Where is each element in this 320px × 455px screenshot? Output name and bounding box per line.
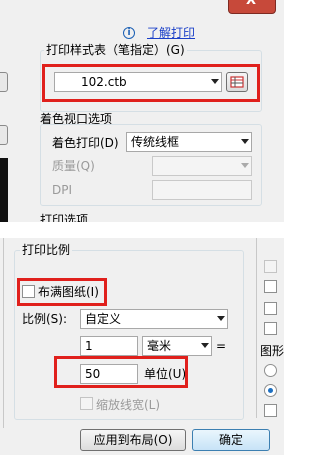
units-type-value: 毫米: [147, 339, 172, 353]
divider: [3, 238, 4, 428]
chevron-down-icon: [217, 316, 225, 321]
preview-area-fragment: [0, 158, 8, 222]
shaded-plot-label: 着色打印(D): [52, 136, 119, 150]
chevron-down-icon: [241, 139, 249, 144]
highlight-box-plot-style: [42, 64, 260, 102]
divider: [256, 238, 257, 418]
left-button-fragment-2[interactable]: [0, 125, 8, 145]
page-setup-bottom-panel: 打印比例 布满图纸(I) 比例(S): 自定义 1 毫米 = 50 单位(U) …: [0, 238, 284, 455]
radio-dot: [268, 388, 273, 393]
dpi-label: DPI: [52, 183, 73, 197]
paper-units-value: 1: [85, 339, 93, 353]
paper-units-input[interactable]: 1: [80, 336, 138, 356]
option-checkbox-3[interactable]: [264, 302, 277, 315]
chevron-down-icon: [241, 163, 249, 168]
quality-select[interactable]: [152, 156, 252, 176]
left-button-fragment[interactable]: [0, 72, 8, 92]
plot-scale-title: 打印比例: [20, 243, 73, 257]
highlight-box-fit-to-paper: [17, 278, 107, 306]
scale-lineweights-label: 缩放线宽(L): [96, 398, 161, 412]
drawing-orientation-title: 图形: [260, 344, 284, 358]
plot-options-title: 打印选项: [40, 213, 89, 222]
scale-label: 比例(S):: [22, 312, 68, 326]
page-setup-top-panel: X i 了解打印 打印样式表（笔指定）(G) 102.ctb 着色视口选项 着色…: [0, 0, 284, 222]
orientation-radio-1[interactable]: [264, 364, 277, 377]
highlight-box-units: [54, 356, 188, 388]
orientation-radio-2[interactable]: [264, 384, 277, 397]
shaded-plot-value: 传统线框: [131, 135, 180, 149]
option-checkbox-5[interactable]: [264, 404, 277, 417]
close-icon: X: [246, 0, 257, 8]
plot-scale-group: [14, 250, 244, 420]
chevron-down-icon: [201, 343, 209, 348]
scale-select[interactable]: 自定义: [80, 309, 228, 329]
scale-lineweights-checkbox[interactable]: [80, 397, 93, 410]
quality-label: 质量(Q): [52, 159, 95, 173]
plot-style-title: 打印样式表（笔指定）(G): [44, 43, 187, 57]
learn-printing-link[interactable]: 了解打印: [147, 26, 195, 40]
units-type-select[interactable]: 毫米: [142, 336, 212, 356]
dpi-input[interactable]: [152, 180, 252, 200]
info-icon: i: [123, 27, 135, 39]
ok-button[interactable]: 确定: [192, 429, 270, 451]
shaded-plot-select[interactable]: 传统线框: [126, 132, 252, 152]
option-checkbox-2[interactable]: [264, 280, 277, 293]
equals-label: =: [216, 339, 227, 353]
option-checkbox-4[interactable]: [264, 322, 277, 335]
option-checkbox-1[interactable]: [264, 260, 277, 273]
scale-value: 自定义: [85, 312, 122, 326]
apply-to-layout-button[interactable]: 应用到布局(O): [80, 429, 186, 451]
close-button[interactable]: X: [228, 0, 276, 14]
